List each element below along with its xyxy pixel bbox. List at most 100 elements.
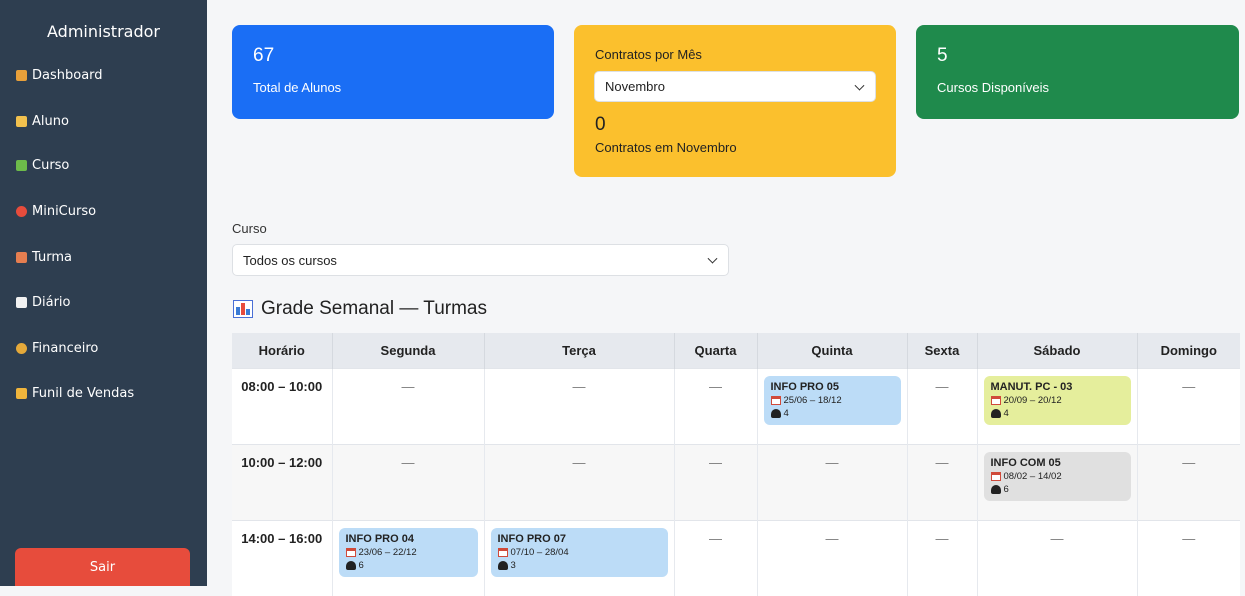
calendar-icon xyxy=(990,471,1001,481)
class-dates: 25/06 – 18/12 xyxy=(783,394,842,406)
chevron-down-icon xyxy=(854,80,865,91)
class-student-count: 3 xyxy=(510,559,516,571)
sidebar-item-minicurso[interactable]: MiniCurso xyxy=(16,204,96,219)
slot-cell: MANUT. PC - 03 20/09 – 20/12 4 xyxy=(976,367,1137,444)
empty-dash: — xyxy=(1182,378,1196,394)
slot-cell: INFO COM 05 08/02 – 14/02 6 xyxy=(976,443,1137,520)
empty-cell: — xyxy=(1136,443,1240,520)
contracts-card: Contratos por Mês Novembro 0 Contratos e… xyxy=(574,25,896,177)
sidebar-item-turma[interactable]: Turma xyxy=(16,250,72,265)
class-name: INFO PRO 04 xyxy=(345,532,414,545)
people-icon xyxy=(990,408,1001,418)
class-name: MANUT. PC - 03 xyxy=(990,380,1073,393)
sidebar-item-financeiro[interactable]: Financeiro xyxy=(16,341,98,356)
sidebar-item-label: Curso xyxy=(32,158,70,173)
contracts-value: 0 xyxy=(595,114,606,135)
month-select[interactable]: Novembro xyxy=(594,71,876,102)
contracts-card-title: Contratos por Mês xyxy=(595,47,702,62)
sidebar-item-label: Diário xyxy=(32,295,71,310)
sidebar-item-label: Funil de Vendas xyxy=(32,386,135,401)
class-dates: 23/06 – 22/12 xyxy=(358,546,417,558)
total-students-label: Total de Alunos xyxy=(253,80,342,95)
course-select-value: Todos os cursos xyxy=(243,252,337,268)
empty-dash: — xyxy=(709,454,722,470)
class-slot-info-pro-05[interactable]: INFO PRO 05 25/06 – 18/12 4 xyxy=(763,375,901,425)
slot-cell: INFO PRO 05 25/06 – 18/12 4 xyxy=(756,367,907,444)
empty-dash: — xyxy=(401,378,415,394)
empty-cell: — xyxy=(906,443,977,520)
hour-cell: 10:00 – 12:00 xyxy=(232,443,332,520)
sidebar-item-label: MiniCurso xyxy=(32,204,97,219)
class-slot-info-pro-07[interactable]: INFO PRO 07 07/10 – 28/04 3 xyxy=(490,527,668,577)
table-header-row: Horário Segunda Terça Quarta Quinta Sext… xyxy=(232,333,1240,368)
empty-cell: — xyxy=(1136,367,1240,444)
total-students-card: 67 Total de Alunos xyxy=(232,25,554,119)
empty-cell: — xyxy=(331,367,484,444)
class-dates: 07/10 – 28/04 xyxy=(510,546,569,558)
empty-dash: — xyxy=(401,454,415,470)
empty-dash: — xyxy=(935,454,949,470)
class-name: INFO PRO 05 xyxy=(770,380,839,393)
course-filter-label: Curso xyxy=(232,221,267,236)
sidebar-item-dashboard[interactable]: Dashboard xyxy=(16,68,103,83)
empty-cell: — xyxy=(906,367,977,444)
people-icon xyxy=(990,484,1001,494)
sidebar: Administrador Dashboard Aluno Curso Mini… xyxy=(0,0,207,586)
class-slot-manut-pc-03[interactable]: MANUT. PC - 03 20/09 – 20/12 4 xyxy=(983,375,1131,425)
class-slot-info-com-05[interactable]: INFO COM 05 08/02 – 14/02 6 xyxy=(983,451,1131,501)
people-icon xyxy=(497,560,508,570)
sidebar-item-aluno[interactable]: Aluno xyxy=(16,114,69,129)
sidebar-item-diario[interactable]: Diário xyxy=(16,295,71,310)
sidebar-title: Administrador xyxy=(47,22,160,41)
column-header-segunda: Segunda xyxy=(331,333,484,368)
sidebar-item-label: Aluno xyxy=(32,114,69,129)
calendar-icon xyxy=(497,547,508,557)
money-bag-icon xyxy=(16,343,27,354)
calendar-icon xyxy=(990,395,1001,405)
courses-value: 5 xyxy=(937,45,948,66)
bar-chart-icon xyxy=(233,300,253,318)
month-select-value: Novembro xyxy=(605,79,665,94)
notepad-icon xyxy=(16,297,27,308)
empty-dash: — xyxy=(825,454,839,470)
sidebar-item-curso[interactable]: Curso xyxy=(16,158,69,173)
empty-cell: — xyxy=(756,443,907,520)
course-select[interactable]: Todos os cursos xyxy=(232,244,729,276)
empty-dash: — xyxy=(935,530,949,546)
sidebar-item-label: Dashboard xyxy=(32,68,103,83)
class-student-count: 6 xyxy=(358,559,364,571)
class-name: INFO COM 05 xyxy=(990,456,1061,469)
chevron-down-icon xyxy=(707,253,718,264)
column-header-sexta: Sexta xyxy=(906,333,977,368)
target-icon xyxy=(16,206,27,217)
calendar-icon xyxy=(345,547,356,557)
column-header-quinta: Quinta xyxy=(756,333,907,368)
empty-cell: — xyxy=(673,367,757,444)
slot-cell: INFO PRO 07 07/10 – 28/04 3 xyxy=(483,519,674,596)
empty-dash: — xyxy=(1182,530,1196,546)
column-header-quarta: Quarta xyxy=(673,333,757,368)
empty-cell: — xyxy=(331,443,484,520)
sidebar-item-label: Turma xyxy=(32,250,72,265)
table-row: 14:00 – 16:00 INFO PRO 04 23/06 – 22/12 … xyxy=(232,519,1240,596)
empty-cell: — xyxy=(673,519,757,596)
slot-cell: INFO PRO 04 23/06 – 22/12 6 xyxy=(331,519,484,596)
class-name: INFO PRO 07 xyxy=(497,532,566,545)
column-header-domingo: Domingo xyxy=(1136,333,1240,368)
logout-button[interactable]: Sair xyxy=(15,548,190,586)
class-slot-info-pro-04[interactable]: INFO PRO 04 23/06 – 22/12 6 xyxy=(338,527,478,577)
weekly-schedule-table: Horário Segunda Terça Quarta Quinta Sext… xyxy=(232,333,1240,596)
column-header-terca: Terça xyxy=(483,333,674,368)
empty-dash: — xyxy=(572,454,586,470)
sidebar-item-label: Financeiro xyxy=(32,341,99,356)
books-icon xyxy=(16,160,27,171)
hour-cell: 08:00 – 10:00 xyxy=(232,367,332,444)
calendar-icon xyxy=(770,395,781,405)
sidebar-item-funil-de-vendas[interactable]: Funil de Vendas xyxy=(16,386,134,401)
empty-dash: — xyxy=(572,378,586,394)
table-row: 08:00 – 10:00 — — — INFO PRO 05 25/06 – … xyxy=(232,367,1240,444)
courses-label: Cursos Disponíveis xyxy=(937,80,1049,95)
empty-dash: — xyxy=(935,378,949,394)
empty-cell: — xyxy=(483,367,674,444)
contracts-label: Contratos em Novembro xyxy=(595,140,737,155)
